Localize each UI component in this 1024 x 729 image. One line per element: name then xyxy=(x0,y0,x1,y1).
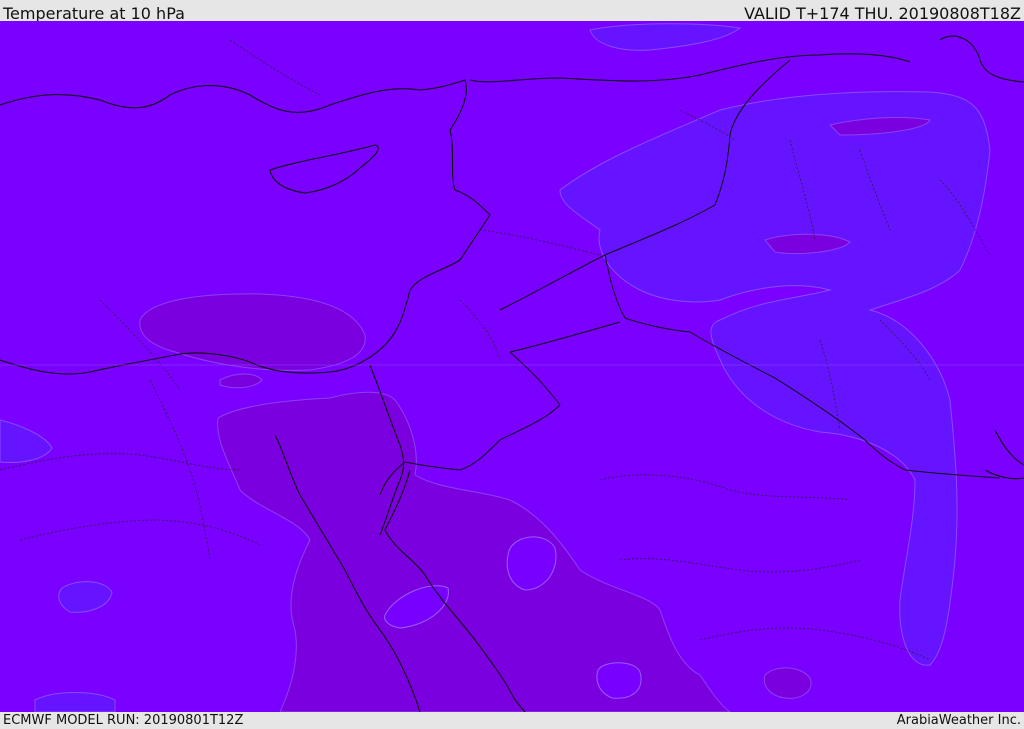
credit-label: ArabiaWeather Inc. xyxy=(896,713,1021,728)
model-run-label: ECMWF MODEL RUN: 20190801T12Z xyxy=(3,713,244,728)
map-svg xyxy=(0,21,1024,712)
cool-area-bottom xyxy=(34,692,116,712)
weather-map[interactable] xyxy=(0,21,1024,712)
header-bar: Temperature at 10 hPa VALID T+174 THU. 2… xyxy=(0,0,1024,23)
cool-spot-3 xyxy=(596,662,642,699)
footer-bar: ECMWF MODEL RUN: 20190801T12Z ArabiaWeat… xyxy=(0,712,1024,729)
